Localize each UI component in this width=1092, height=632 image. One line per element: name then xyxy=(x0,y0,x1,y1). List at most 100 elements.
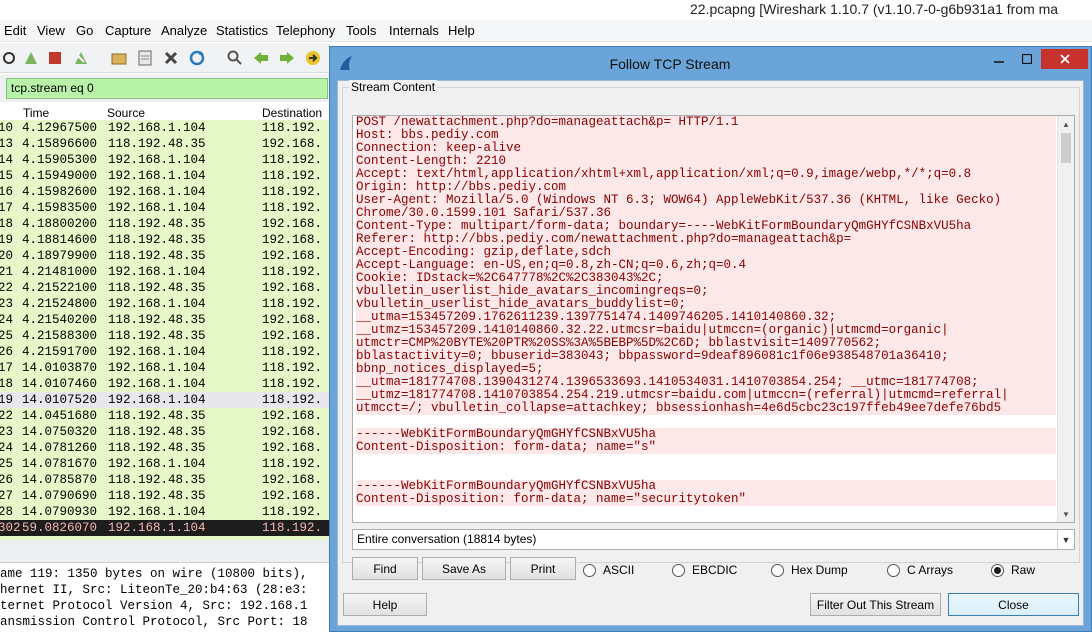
packet-row[interactable]: 17 4.15983500 192.168.1.104 118.192. xyxy=(0,200,330,216)
packet-row[interactable]: 18 4.18800200 118.192.48.35 192.168. xyxy=(0,216,330,232)
start-capture-icon[interactable] xyxy=(22,49,40,67)
go-forward-icon[interactable] xyxy=(278,49,296,67)
packet-destination: 118.192. xyxy=(262,185,323,199)
packet-row[interactable]: 17 14.0103870 192.168.1.104 118.192. xyxy=(0,360,330,376)
packet-time: 4.12967500 xyxy=(22,121,98,135)
save-as-button[interactable]: Save As xyxy=(422,557,506,580)
packet-list-header: Time Source Destination xyxy=(0,104,330,121)
packet-row[interactable]: 20 4.18979900 118.192.48.35 192.168. xyxy=(0,248,330,264)
find-packet-icon[interactable] xyxy=(226,49,244,67)
minimize-icon[interactable] xyxy=(986,49,1012,69)
packet-row[interactable]: 22 4.21522100 118.192.48.35 192.168. xyxy=(0,280,330,296)
packet-row[interactable]: 22 14.0451680 118.192.48.35 192.168. xyxy=(0,408,330,424)
save-file-icon[interactable] xyxy=(136,49,154,67)
packet-row[interactable]: 16 4.15982600 192.168.1.104 118.192. xyxy=(0,184,330,200)
stream-line: utmcct=/; vbulletin_collapse=attachkey; … xyxy=(356,402,1056,415)
packet-source: 118.192.48.35 xyxy=(108,425,206,439)
packet-row[interactable]: 18 14.0107460 192.168.1.104 118.192. xyxy=(0,376,330,392)
column-destination[interactable]: Destination xyxy=(262,106,322,120)
reload-icon[interactable] xyxy=(188,49,206,67)
packet-number: 22 xyxy=(0,409,14,423)
stream-content-area[interactable]: POST /newattachment.php?do=manageattach&… xyxy=(352,115,1075,523)
pane-divider[interactable] xyxy=(0,540,330,562)
packet-row[interactable]: 21 4.21481000 192.168.1.104 118.192. xyxy=(0,264,330,280)
maximize-icon[interactable] xyxy=(1014,49,1040,69)
restart-capture-icon[interactable] xyxy=(72,49,90,67)
menu-edit[interactable]: Edit xyxy=(4,23,26,38)
packet-row[interactable]: 302 59.0826070 192.168.1.104 118.192. xyxy=(0,520,330,536)
detail-line[interactable]: hernet II, Src: LiteonTe_20:b4:63 (28:e3… xyxy=(0,582,308,598)
packet-number: 26 xyxy=(0,345,14,359)
format-c-arrays-radio[interactable]: C Arrays xyxy=(887,562,953,578)
packet-row[interactable]: 23 14.0750320 118.192.48.35 192.168. xyxy=(0,424,330,440)
packet-row[interactable]: 24 14.0781260 118.192.48.35 192.168. xyxy=(0,440,330,456)
format-hex-dump-radio[interactable]: Hex Dump xyxy=(771,562,848,578)
go-back-icon[interactable] xyxy=(252,49,270,67)
packet-row[interactable]: 26 14.0785870 118.192.48.35 192.168. xyxy=(0,472,330,488)
menu-go[interactable]: Go xyxy=(76,23,93,38)
packet-row[interactable]: 13 4.15896600 118.192.48.35 192.168. xyxy=(0,136,330,152)
packet-time: 4.15983500 xyxy=(22,201,98,215)
packet-row[interactable]: 27 14.0790690 118.192.48.35 192.168. xyxy=(0,488,330,504)
scroll-thumb[interactable] xyxy=(1061,133,1071,163)
format-ebcdic-radio[interactable]: EBCDIC xyxy=(672,562,737,578)
packet-row[interactable]: 24 4.21540200 118.192.48.35 192.168. xyxy=(0,312,330,328)
stream-line: Content-Disposition: form-data; name="se… xyxy=(356,493,1056,506)
menu-telephony[interactable]: Telephony xyxy=(276,23,335,38)
packet-row[interactable]: 25 4.21588300 118.192.48.35 192.168. xyxy=(0,328,330,344)
format-ascii-radio[interactable]: ASCII xyxy=(583,562,634,578)
detail-line[interactable]: ame 119: 1350 bytes on wire (10800 bits)… xyxy=(0,566,308,582)
packet-number: 14 xyxy=(0,153,14,167)
menu-bar: Edit View Go Capture Analyze Statistics … xyxy=(0,20,1092,42)
close-button[interactable]: Close xyxy=(948,593,1079,616)
detail-line[interactable]: ternet Protocol Version 4, Src: 192.168.… xyxy=(0,598,308,614)
detail-line[interactable]: ansmission Control Protocol, Src Port: 1… xyxy=(0,614,308,630)
packet-destination: 118.192. xyxy=(262,521,323,535)
find-button[interactable]: Find xyxy=(352,557,418,580)
packet-row[interactable]: 25 14.0781670 192.168.1.104 118.192. xyxy=(0,456,330,472)
conversation-select[interactable]: Entire conversation (18814 bytes) ▼ xyxy=(352,529,1075,550)
packet-destination: 118.192. xyxy=(262,457,323,471)
menu-help[interactable]: Help xyxy=(448,23,475,38)
packet-source: 118.192.48.35 xyxy=(108,217,206,231)
menu-statistics[interactable]: Statistics xyxy=(216,23,268,38)
help-button[interactable]: Help xyxy=(343,593,427,616)
format-raw-label: Raw xyxy=(1011,563,1036,577)
format-raw-radio[interactable]: Raw xyxy=(991,562,1035,578)
packet-row[interactable]: 14 4.15905300 192.168.1.104 118.192. xyxy=(0,152,330,168)
print-button[interactable]: Print xyxy=(510,557,576,580)
close-file-icon[interactable] xyxy=(162,49,180,67)
close-icon[interactable] xyxy=(1041,49,1088,69)
packet-row[interactable]: 10 4.12967500 192.168.1.104 118.192. xyxy=(0,120,330,136)
stop-capture-icon[interactable] xyxy=(46,49,64,67)
packet-row[interactable]: 26 4.21591700 192.168.1.104 118.192. xyxy=(0,344,330,360)
packet-number: 17 xyxy=(0,361,14,375)
chevron-down-icon[interactable]: ▼ xyxy=(1057,530,1074,549)
menu-capture[interactable]: Capture xyxy=(105,23,151,38)
menu-view[interactable]: View xyxy=(37,23,65,38)
packet-destination: 192.168. xyxy=(262,313,323,327)
open-file-icon[interactable] xyxy=(110,49,128,67)
interface-options-icon[interactable] xyxy=(0,49,18,67)
scroll-down-icon[interactable]: ▼ xyxy=(1058,506,1074,522)
go-to-packet-icon[interactable] xyxy=(304,49,322,67)
menu-tools[interactable]: Tools xyxy=(346,23,376,38)
scroll-up-icon[interactable]: ▲ xyxy=(1058,116,1074,132)
packet-time: 4.21540200 xyxy=(22,313,98,327)
packet-time: 14.0103870 xyxy=(22,361,98,375)
menu-analyze[interactable]: Analyze xyxy=(161,23,207,38)
packet-time: 14.0785870 xyxy=(22,473,98,487)
stream-scrollbar[interactable]: ▲ ▼ xyxy=(1057,116,1074,522)
packet-row[interactable]: 23 4.21524800 192.168.1.104 118.192. xyxy=(0,296,330,312)
packet-row[interactable]: 19 4.18814600 118.192.48.35 192.168. xyxy=(0,232,330,248)
format-ebcdic-label: EBCDIC xyxy=(692,563,738,577)
stream-line xyxy=(356,454,1056,467)
column-source[interactable]: Source xyxy=(107,106,145,120)
filter-out-stream-button[interactable]: Filter Out This Stream xyxy=(810,593,941,616)
packet-row[interactable]: 15 4.15949000 192.168.1.104 118.192. xyxy=(0,168,330,184)
display-filter-input[interactable]: tcp.stream eq 0 xyxy=(6,78,328,99)
packet-row[interactable]: 19 14.0107520 192.168.1.104 118.192. xyxy=(0,392,330,408)
menu-internals[interactable]: Internals xyxy=(389,23,439,38)
column-time[interactable]: Time xyxy=(23,106,49,120)
packet-row[interactable]: 28 14.0790930 192.168.1.104 118.192. xyxy=(0,504,330,520)
